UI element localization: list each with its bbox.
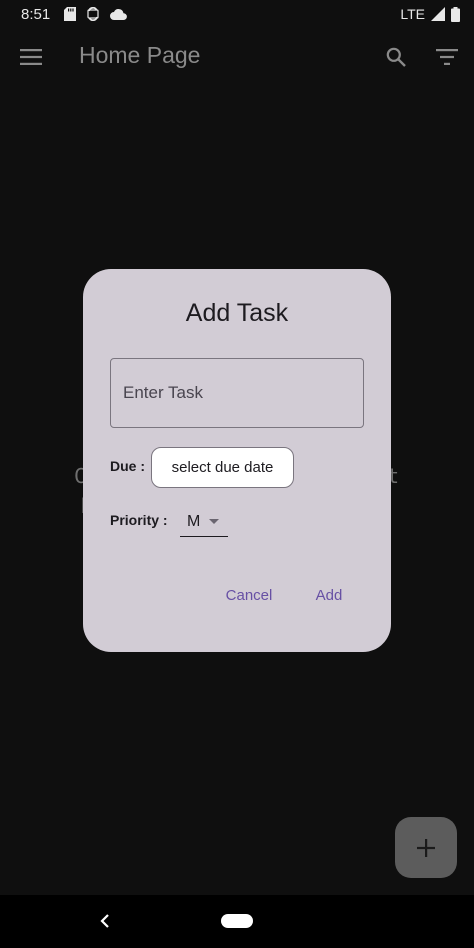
priority-label: Priority : (110, 512, 168, 528)
dialog-title: Add Task (185, 299, 289, 327)
add-task-dialog: Add Task Due : select due date Priority … (83, 269, 391, 652)
due-label: Due : (110, 458, 145, 474)
navigation-bar (0, 895, 474, 948)
plus-icon (417, 838, 435, 857)
task-input[interactable] (111, 359, 363, 427)
back-chevron-icon (100, 914, 109, 928)
add-task-fab[interactable] (395, 817, 457, 878)
home-pill-button[interactable] (221, 914, 253, 928)
priority-value: M (187, 512, 201, 530)
select-due-date-button[interactable]: select due date (151, 447, 294, 488)
back-button[interactable] (96, 911, 114, 931)
priority-dropdown[interactable]: M (180, 507, 228, 537)
dropdown-arrow-icon (209, 519, 220, 524)
task-input-container[interactable] (110, 358, 364, 428)
add-button[interactable]: Add (309, 587, 349, 611)
cancel-button[interactable]: Cancel (217, 587, 281, 611)
